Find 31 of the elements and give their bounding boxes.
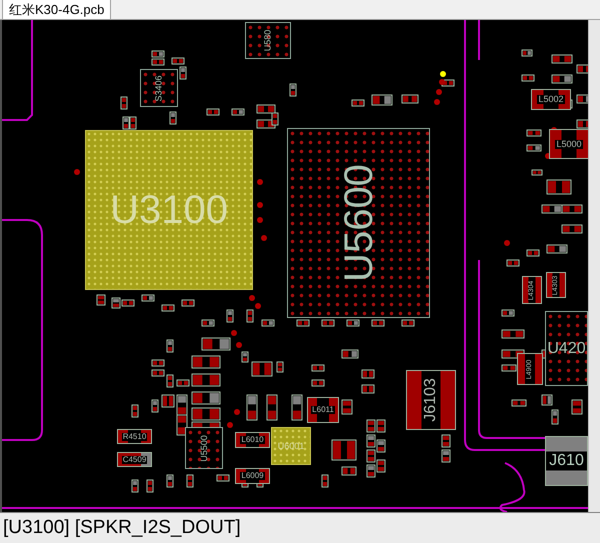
component-label: U3100 — [110, 190, 228, 230]
pcb-component[interactable]: U580 — [245, 22, 291, 59]
component-label: U6001 — [278, 442, 304, 450]
pcb-component[interactable]: L5002 — [531, 89, 571, 110]
pcb-component[interactable]: J6103 — [406, 370, 456, 430]
component-label: U5500 — [200, 434, 208, 462]
pcb-component[interactable]: U5600 — [287, 128, 430, 318]
component-label: U5600 — [338, 164, 378, 282]
vertical-scrollbar[interactable] — [588, 20, 600, 512]
component-label: L5002 — [537, 95, 565, 104]
component-label: L6011 — [311, 406, 335, 414]
component-label: L6009 — [240, 472, 265, 480]
component-label: C4509 — [122, 456, 148, 464]
pcb-component[interactable]: U420 — [545, 311, 588, 386]
pcb-component[interactable]: L6011 — [307, 397, 339, 423]
pcb-component[interactable]: J610 — [545, 436, 588, 486]
pcb-component[interactable]: L6009 — [235, 468, 270, 484]
component-label: L6010 — [240, 436, 265, 444]
pcb-component[interactable]: L5000 — [549, 129, 588, 159]
status-text: [U3100] [SPKR_I2S_DOUT] — [3, 516, 241, 540]
pcb-component[interactable]: U5500 — [185, 427, 223, 469]
pcb-component[interactable]: L6010 — [235, 432, 270, 448]
file-tab[interactable]: 红米K30-4G.pcb — [2, 0, 112, 19]
component-label: U420 — [547, 340, 586, 356]
component-label: R4510 — [122, 432, 148, 440]
component-label: L5000 — [555, 140, 583, 148]
component-label: U580 — [264, 30, 272, 52]
pcb-component[interactable]: S3406 — [140, 69, 178, 107]
component-label: S3406 — [154, 74, 164, 102]
pcb-component[interactable]: C4509 — [117, 452, 152, 467]
pcb-component[interactable]: R4510 — [117, 429, 152, 444]
